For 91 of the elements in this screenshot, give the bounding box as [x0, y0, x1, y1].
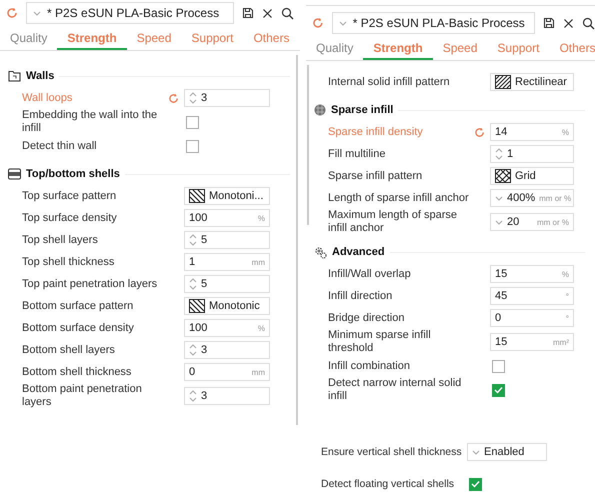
- setting-label: Top shell layers: [22, 234, 99, 246]
- spin-field[interactable]: 3: [184, 387, 270, 405]
- setting-label: Infill direction: [328, 290, 394, 302]
- setting-label: Top surface pattern: [22, 190, 118, 202]
- pattern-dropdown[interactable]: Grid: [490, 167, 574, 185]
- spin-field[interactable]: 5: [184, 231, 270, 249]
- grid-hatch-icon: [495, 169, 511, 183]
- setting-label: Internal solid infill pattern: [328, 76, 451, 88]
- save-icon[interactable]: [242, 7, 254, 19]
- diagonal-hatch-icon: [189, 189, 205, 203]
- setting-label: Bridge direction: [328, 312, 406, 324]
- spin-field[interactable]: 5: [184, 275, 270, 293]
- caret-icon: [338, 20, 347, 26]
- setting-label: Bottom surface pattern: [22, 300, 134, 312]
- section-title: Walls: [26, 70, 54, 82]
- search-icon[interactable]: [582, 16, 595, 30]
- spin-field[interactable]: 1: [490, 145, 574, 163]
- scrollbar[interactable]: [307, 65, 309, 225]
- combo-field[interactable]: 400% mm or %: [490, 189, 574, 207]
- spin-arrows-icon[interactable]: [495, 147, 503, 161]
- setting-label: Maximum length of sparse infill anchor: [328, 209, 458, 235]
- setting-label: Bottom shell layers: [22, 344, 116, 356]
- checkbox[interactable]: [186, 116, 199, 128]
- setting-label: Minimum sparse infill threshold: [328, 329, 432, 355]
- spin-arrows-icon[interactable]: [189, 91, 197, 105]
- input-field[interactable]: 1 mm: [184, 253, 270, 271]
- spin-arrows-icon[interactable]: [189, 343, 197, 357]
- tab[interactable]: Quality: [306, 41, 364, 60]
- layers-icon: [8, 168, 21, 180]
- setting-label: Infill combination: [328, 360, 411, 372]
- setting-label: Detect thin wall: [22, 140, 98, 152]
- spin-arrows-icon[interactable]: [189, 233, 197, 247]
- caret-icon: [495, 220, 503, 224]
- setting-label: Sparse infill pattern: [328, 170, 424, 182]
- profile-dropdown[interactable]: * P2S eSUN PLA-Basic Process: [26, 2, 234, 24]
- setting-label: Bottom shell thickness: [22, 366, 132, 378]
- combo-field[interactable]: Enabled: [467, 443, 547, 461]
- dense-hatch-icon: [495, 75, 511, 89]
- spin-field[interactable]: 3: [184, 341, 270, 359]
- reset-icon[interactable]: [312, 17, 324, 29]
- input-field[interactable]: 45 °: [490, 287, 574, 305]
- close-icon[interactable]: [563, 18, 574, 28]
- input-field[interactable]: 14 %: [490, 123, 574, 141]
- input-field[interactable]: 0 mm: [184, 363, 270, 381]
- close-icon[interactable]: [262, 8, 273, 18]
- spin-field[interactable]: 3: [184, 89, 270, 107]
- profile-dropdown[interactable]: * P2S eSUN PLA-Basic Process: [332, 12, 535, 34]
- setting-label: Sparse infill density: [328, 126, 424, 138]
- caret-icon: [495, 196, 503, 200]
- search-icon[interactable]: [281, 6, 294, 20]
- pattern-dropdown[interactable]: Monotoni...: [184, 187, 270, 205]
- setting-label: Ensure vertical shell thickness: [321, 446, 463, 458]
- reset-icon[interactable]: [6, 7, 18, 19]
- spin-arrows-icon[interactable]: [189, 277, 197, 291]
- checkbox[interactable]: [492, 360, 505, 372]
- reset-icon[interactable]: [474, 126, 485, 138]
- spin-arrows-icon[interactable]: [189, 389, 197, 403]
- setting-label: Detect floating vertical shells: [321, 478, 456, 490]
- save-icon[interactable]: [543, 17, 555, 29]
- gears-icon: [314, 246, 327, 258]
- pattern-dropdown[interactable]: Monotonic: [184, 297, 270, 315]
- input-field[interactable]: 100 %: [184, 209, 270, 227]
- input-field[interactable]: 0 °: [490, 309, 574, 327]
- checkbox[interactable]: [492, 384, 505, 396]
- setting-label: Top shell thickness: [22, 256, 116, 268]
- scrollbar[interactable]: [296, 55, 298, 425]
- setting-label: Top paint penetration layers: [22, 278, 158, 290]
- setting-label: Bottom paint penetration layers: [22, 383, 143, 409]
- setting-label: Bottom surface density: [22, 322, 135, 334]
- caret-icon: [33, 10, 41, 16]
- section-title: Advanced: [332, 246, 385, 258]
- setting-label: Fill multiline: [328, 148, 386, 160]
- checkbox[interactable]: [186, 140, 199, 152]
- caret-icon: [472, 450, 480, 454]
- pattern-dropdown[interactable]: Rectilinear: [490, 73, 574, 91]
- checkbox[interactable]: [469, 478, 482, 490]
- input-field[interactable]: 15 %: [490, 265, 574, 283]
- setting-label: Wall loops: [22, 92, 74, 104]
- reset-icon[interactable]: [168, 92, 179, 104]
- setting-label: Infill/Wall overlap: [328, 268, 412, 280]
- combo-field[interactable]: 20 mm or %: [490, 213, 574, 231]
- setting-label: Top surface density: [22, 212, 118, 224]
- setting-label: Embedding the wall into the infill: [22, 109, 158, 135]
- section-title: Top/bottom shells: [26, 168, 120, 180]
- input-field[interactable]: 15 mm²: [490, 333, 574, 351]
- input-field[interactable]: 100 %: [184, 319, 270, 337]
- setting-label: Detect narrow internal solid infill: [328, 377, 462, 403]
- setting-label: Length of sparse infill anchor: [328, 192, 470, 204]
- diagonal-hatch-icon: [189, 299, 205, 313]
- section-title: Sparse infill: [331, 104, 394, 116]
- tab[interactable]: Quality: [0, 31, 58, 50]
